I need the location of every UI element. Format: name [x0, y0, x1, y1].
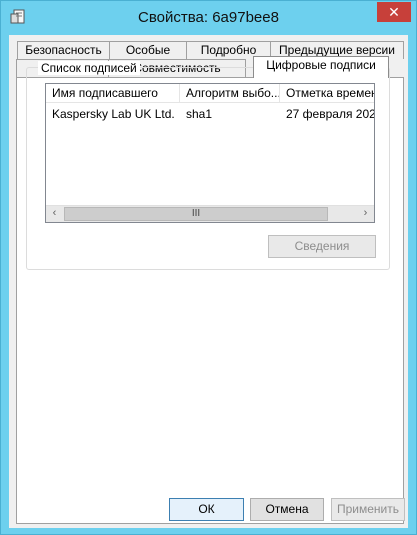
close-button[interactable]: ✕	[377, 2, 411, 22]
column-timestamp[interactable]: Отметка времени	[280, 84, 374, 103]
scroll-left-icon[interactable]: ‹	[46, 206, 63, 222]
apply-button[interactable]: Применить	[331, 498, 405, 521]
scroll-right-icon[interactable]: ›	[357, 206, 374, 222]
details-button[interactable]: Сведения	[268, 235, 376, 258]
ok-button[interactable]: ОК	[169, 498, 244, 521]
list-header: Имя подписавшего Алгоритм выбо... Отметк…	[46, 84, 374, 103]
digest-algorithm-cell: sha1	[186, 107, 213, 121]
tab-digital-signatures[interactable]: Цифровые подписи	[253, 56, 389, 78]
column-digest-algorithm[interactable]: Алгоритм выбо...	[180, 84, 280, 103]
horizontal-scrollbar[interactable]: ‹ III ›	[46, 205, 374, 222]
tab-special[interactable]: Особые	[109, 41, 187, 59]
cancel-button[interactable]: Отмена	[250, 498, 324, 521]
timestamp-cell: 27 февраля 2021	[286, 107, 375, 121]
window-title: Свойства: 6a97bee8	[138, 9, 279, 26]
scroll-thumb[interactable]: III	[64, 207, 328, 221]
tab-security[interactable]: Безопасность	[17, 41, 110, 59]
signer-name-cell: Kaspersky Lab UK Ltd.	[52, 107, 175, 121]
column-signer-name[interactable]: Имя подписавшего	[46, 84, 180, 103]
properties-window: Свойства: 6a97bee8 ✕ Безопасность Особые…	[0, 0, 417, 535]
signature-list-label: Список подписей	[38, 61, 140, 75]
signature-list[interactable]: Имя подписавшего Алгоритм выбо... Отметк…	[45, 83, 375, 223]
table-row[interactable]: Kaspersky Lab UK Ltd. sha1 27 февраля 20…	[46, 105, 374, 123]
title-bar[interactable]: Свойства: 6a97bee8 ✕	[1, 1, 416, 35]
